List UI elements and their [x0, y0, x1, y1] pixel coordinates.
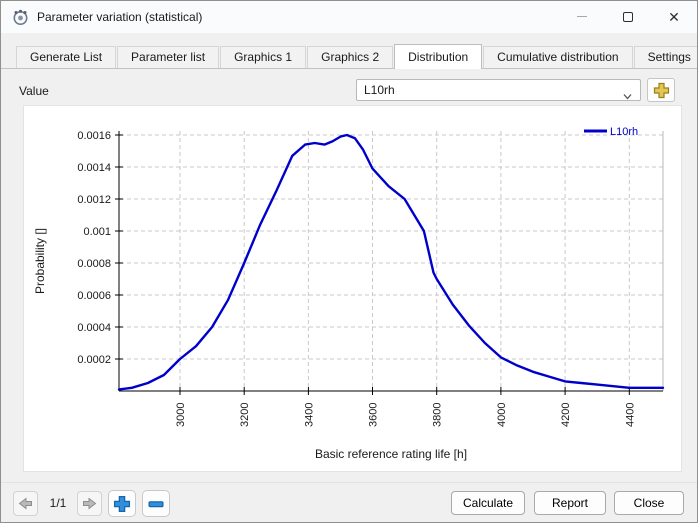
y-tick-label: 0.0006 — [77, 290, 111, 302]
value-select[interactable]: L10rh — [356, 79, 641, 101]
tab-generate-list[interactable]: Generate List — [16, 46, 117, 68]
maximize-icon — [623, 11, 633, 22]
minimize-button[interactable] — [565, 1, 599, 33]
x-tick-label: 3200 — [239, 403, 251, 427]
close-button[interactable]: Close — [614, 491, 684, 515]
y-tick-label: 0.0008 — [77, 258, 111, 270]
y-tick-label: 0.0014 — [77, 162, 111, 174]
x-tick-label: 3600 — [368, 403, 380, 427]
add-value-button[interactable] — [647, 78, 675, 102]
y-tick-label: 0.001 — [83, 226, 111, 238]
chevron-down-icon — [623, 87, 632, 100]
distribution-curve — [117, 133, 665, 391]
tab-settings[interactable]: Settings — [633, 46, 697, 68]
y-tick-label: 0.0016 — [77, 130, 111, 142]
legend-label: L10rh — [610, 126, 638, 138]
value-select-text: L10rh — [364, 83, 395, 97]
close-icon: ✕ — [668, 9, 680, 25]
zoom-out-button[interactable] — [142, 490, 170, 517]
tab-graphics-1[interactable]: Graphics 1 — [220, 46, 307, 68]
tab-cumulative-distribution[interactable]: Cumulative distribution — [483, 46, 633, 68]
x-tick-label: 4400 — [624, 403, 636, 427]
value-label: Value — [19, 84, 49, 98]
parameter-variation-dialog: Parameter variation (statistical) ✕ Gene… — [0, 0, 698, 523]
calculate-button[interactable]: Calculate — [451, 491, 525, 515]
zoom-in-button[interactable] — [108, 490, 136, 517]
close-window-button[interactable]: ✕ — [657, 1, 691, 33]
tab-graphics-2[interactable]: Graphics 2 — [307, 46, 394, 68]
title-bar: Parameter variation (statistical) ✕ — [1, 1, 697, 33]
footer-bar: 1/1 Calculate Report Close — [1, 482, 697, 522]
y-tick-label: 0.0004 — [77, 322, 111, 334]
previous-page-button[interactable] — [13, 491, 38, 516]
maximize-button[interactable] — [611, 1, 645, 33]
report-button[interactable]: Report — [534, 491, 606, 515]
tab-bar: Generate List Parameter list Graphics 1 … — [1, 44, 697, 69]
app-icon — [12, 9, 29, 26]
chart-panel: 0.0002 0.0004 0.0006 0.0008 0.001 0.0012 0.001… — [23, 105, 682, 472]
minimize-icon — [577, 16, 587, 18]
page-indicator: 1/1 — [49, 496, 67, 510]
tab-parameter-list[interactable]: Parameter list — [117, 46, 220, 68]
y-axis-title: Probability [] — [33, 228, 47, 294]
y-tick-label: 0.0002 — [77, 354, 111, 366]
distribution-chart: 0.0002 0.0004 0.0006 0.0008 0.001 0.0012 0.001… — [33, 126, 665, 461]
next-page-button[interactable] — [77, 491, 102, 516]
x-tick-label: 4200 — [560, 403, 572, 427]
x-tick-label: 4000 — [496, 403, 508, 427]
x-tick-label: 3400 — [303, 403, 315, 427]
x-tick-label: 3000 — [175, 403, 187, 427]
tab-distribution[interactable]: Distribution — [394, 44, 483, 69]
x-axis-title: Basic reference rating life [h] — [315, 447, 467, 461]
window-title: Parameter variation (statistical) — [37, 10, 203, 24]
y-tick-label: 0.0012 — [77, 194, 111, 206]
x-tick-label: 3800 — [432, 403, 444, 427]
